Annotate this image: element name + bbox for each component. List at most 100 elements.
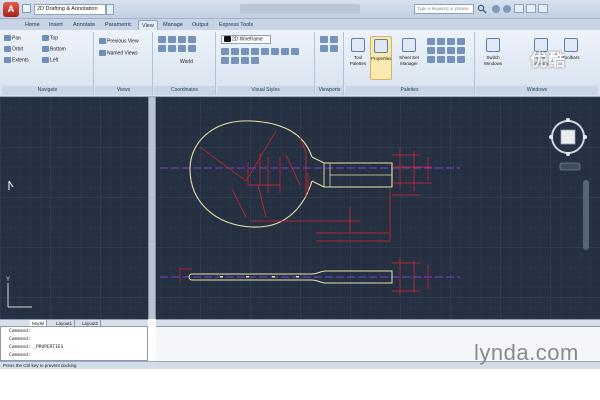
style-icon[interactable] [231,48,239,55]
ucs-icon[interactable] [178,45,186,52]
palette-icon[interactable] [437,38,445,45]
switch-windows-button[interactable]: Switch Windows [480,36,506,80]
drawing-area[interactable]: Y [0,97,600,319]
ucs-world-dropdown[interactable]: World [180,59,193,66]
panel-views: Previous View Named Views Views [95,32,153,95]
previous-view-button[interactable]: Previous View [99,38,139,45]
palette-icon[interactable] [447,38,455,45]
ucs-icon[interactable] [178,36,186,43]
palette-icon[interactable] [427,47,435,54]
ucs-icon[interactable] [168,45,176,52]
view-left-button[interactable]: Left [42,57,58,64]
panel-viewports: Viewports [316,32,344,95]
pan-button[interactable]: Pan [4,35,21,42]
search-icon[interactable] [477,4,487,14]
tab-home[interactable]: Home [22,20,43,30]
panel-palettes: Tool Palettes Properties Sheet Set Manag… [345,32,475,95]
palette-icon[interactable] [447,47,455,54]
save-icon[interactable] [22,4,31,13]
style-icon[interactable] [291,48,299,55]
maximize-button[interactable] [526,4,536,13]
youku-watermark: 优酷 [530,51,566,71]
style-icon[interactable] [271,48,279,55]
tab-express-tools[interactable]: Express Tools [216,20,256,30]
command-window[interactable]: Command: Command: Command: _PROPERTIES C… [0,326,148,361]
palette-icon[interactable] [437,47,445,54]
properties-button[interactable]: Properties [370,36,392,80]
video-margin [0,369,600,400]
style-icon[interactable] [241,48,249,55]
style-icon[interactable] [251,48,259,55]
view-left-icon [42,57,49,63]
lynda-watermark: lynda.com [474,340,579,365]
panel-visual-styles: 2D Wireframe Visual Styles [217,32,315,95]
sheet-set-manager-button[interactable]: Sheet Set Manager [395,36,423,80]
tab-insert[interactable]: Insert [46,20,66,30]
named-views-button[interactable]: Named Views [99,50,138,57]
sheet-set-label: Sheet Set Manager [399,55,419,66]
viewcube-face[interactable] [560,129,576,145]
tab-view[interactable]: View [138,20,158,30]
navigation-bar[interactable] [583,180,589,250]
style-icon[interactable] [231,57,239,64]
ucs-icon[interactable] [168,36,176,43]
search-input[interactable]: Type a keyword or phrase [414,4,474,14]
close-button[interactable] [538,4,548,13]
tab-parametric[interactable]: Parametric [102,20,135,30]
viewport-icon[interactable] [330,36,338,43]
star-icon[interactable] [503,5,511,13]
tab-annotate[interactable]: Annotate [70,20,98,30]
panel-navigate: Pan Orbit Extents Top Bottom Left Naviga… [2,32,94,95]
wcs-menu[interactable] [559,162,581,171]
tool-palettes-button[interactable]: Tool Palettes [347,36,369,80]
view-bottom-button[interactable]: Bottom [42,46,66,53]
style-icon[interactable] [241,57,249,64]
y-axis-label: Y [6,277,10,283]
viewport-divider[interactable] [148,97,156,319]
orbit-button[interactable]: Orbit [4,46,23,53]
viewport-icon[interactable] [330,45,338,52]
ucs-icon[interactable] [188,36,196,43]
world-label: World [180,59,193,65]
tab-manage[interactable]: Manage [160,20,186,30]
panel-title-navigate: Navigate [2,86,93,95]
application-menu-button[interactable]: A [3,2,19,17]
ucs-icon[interactable] [158,36,166,43]
top-label: Top [50,35,59,42]
visual-style-dropdown[interactable]: 2D Wireframe [221,35,271,45]
palette-icon[interactable] [437,56,445,63]
communication-icon[interactable] [492,5,500,13]
pan-label: Pan [12,35,21,42]
tab-output[interactable]: Output [189,20,212,30]
palette-icon[interactable] [447,56,455,63]
style-icon[interactable] [261,48,269,55]
viewport-icon[interactable] [320,36,328,43]
quick-access-toolbar [22,4,31,13]
style-icon[interactable] [221,48,229,55]
palette-icon[interactable] [457,38,465,45]
palette-icon[interactable] [457,47,465,54]
palette-icon[interactable] [427,56,435,63]
viewport-icon[interactable] [320,45,328,52]
wireframe-icon [224,36,231,42]
command-prompt[interactable]: Command: [9,353,31,358]
ucs-icon[interactable] [158,45,166,52]
extents-button[interactable]: Extents [4,57,29,64]
ucs-icons [158,36,196,52]
palette-icon[interactable] [427,38,435,45]
view-top-icon [42,35,49,41]
style-icon[interactable] [251,57,259,64]
previous-view-icon [99,38,106,44]
model-space-canvas[interactable]: Y [0,97,600,319]
style-icon[interactable] [221,57,229,64]
chevron-down-icon[interactable] [106,4,114,15]
window-controls [514,4,548,13]
minimize-button[interactable] [514,4,524,13]
named-views-icon [99,50,106,56]
style-icon[interactable] [281,48,289,55]
ucs-icon[interactable] [188,45,196,52]
palette-icons [427,38,465,63]
view-top-button[interactable]: Top [42,35,58,42]
palette-icon[interactable] [457,56,465,63]
workspace-switcher[interactable]: 2D Drafting & Annotation [34,4,106,15]
